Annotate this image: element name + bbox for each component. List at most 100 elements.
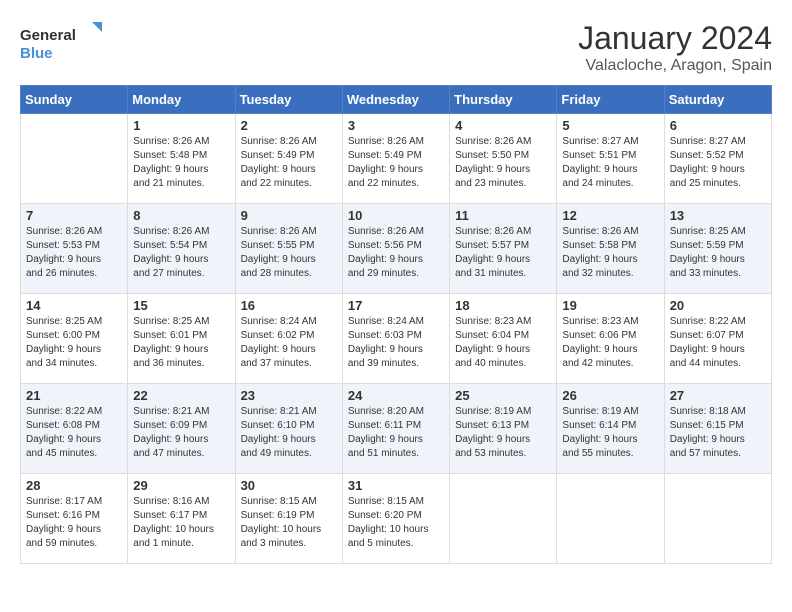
calendar-cell: 1Sunrise: 8:26 AMSunset: 5:48 PMDaylight…	[128, 114, 235, 204]
cell-content: Sunrise: 8:25 AMSunset: 5:59 PMDaylight:…	[670, 225, 766, 281]
calendar-cell: 19Sunrise: 8:23 AMSunset: 6:06 PMDayligh…	[557, 294, 664, 384]
calendar-table: SundayMondayTuesdayWednesdayThursdayFrid…	[20, 85, 772, 564]
calendar-cell: 13 Sunrise: 8:25 AMSunset: 5:59 PMDayligh…	[664, 204, 771, 294]
cell-content: Sunrise: 8:16 AMSunset: 6:17 PMDaylight:…	[133, 495, 229, 551]
cell-content: Sunrise: 8:23 AMSunset: 6:04 PMDaylight:…	[455, 315, 551, 371]
cell-content: Sunrise: 8:17 AMSunset: 6:16 PMDaylight:…	[26, 495, 122, 551]
day-number: 29	[133, 478, 229, 493]
calendar-cell: 28 Sunrise: 8:17 AMSunset: 6:16 PMDayligh…	[21, 474, 128, 564]
calendar-cell: 17 Sunrise: 8:24 AMSunset: 6:03 PMDayligh…	[342, 294, 449, 384]
calendar-cell	[664, 474, 771, 564]
calendar-cell: 25 Sunrise: 8:19 AMSunset: 6:13 PMDayligh…	[450, 384, 557, 474]
page-header: General Blue January 2024 Valacloche, Ar…	[20, 20, 772, 75]
day-number: 27	[670, 388, 766, 403]
day-number: 23	[241, 388, 337, 403]
calendar-cell: 12 Sunrise: 8:26 AMSunset: 5:58 PMDayligh…	[557, 204, 664, 294]
day-number: 4	[455, 118, 551, 133]
day-number: 8	[133, 208, 229, 223]
day-number: 3	[348, 118, 444, 133]
cell-content: Sunrise: 8:23 AMSunset: 6:06 PMDaylight:…	[562, 315, 658, 371]
cell-content: Sunrise: 8:18 AMSunset: 6:15 PMDaylight:…	[670, 405, 766, 461]
cell-content: Sunrise: 8:26 AMSunset: 5:50 PMDaylight:…	[455, 135, 551, 191]
calendar-cell: 18 Sunrise: 8:23 AMSunset: 6:04 PMDayligh…	[450, 294, 557, 384]
cell-content: Sunrise: 8:26 AMSunset: 5:57 PMDaylight:…	[455, 225, 551, 281]
day-number: 6	[670, 118, 766, 133]
cell-content: Sunrise: 8:26 AMSunset: 5:49 PMDaylight:…	[348, 135, 444, 191]
calendar-cell: 29 Sunrise: 8:16 AMSunset: 6:17 PMDayligh…	[128, 474, 235, 564]
cell-content: Sunrise: 8:21 AMSunset: 6:09 PMDaylight:…	[133, 405, 229, 461]
calendar-cell: 31 Sunrise: 8:15 AMSunset: 6:20 PMDayligh…	[342, 474, 449, 564]
calendar-cell: 24 Sunrise: 8:20 AMSunset: 6:11 PMDayligh…	[342, 384, 449, 474]
cell-content: Sunrise: 8:19 AMSunset: 6:13 PMDaylight:…	[455, 405, 551, 461]
calendar-cell	[450, 474, 557, 564]
cell-content: Sunrise: 8:20 AMSunset: 6:11 PMDaylight:…	[348, 405, 444, 461]
cell-content: Sunrise: 8:26 AMSunset: 5:53 PMDaylight:…	[26, 225, 122, 281]
calendar-cell: 26 Sunrise: 8:19 AMSunset: 6:14 PMDayligh…	[557, 384, 664, 474]
cell-content: Sunrise: 8:27 AMSunset: 5:51 PMDaylight:…	[562, 135, 658, 191]
day-number: 31	[348, 478, 444, 493]
day-number: 13	[670, 208, 766, 223]
cell-content: Sunrise: 8:15 AMSunset: 6:20 PMDaylight:…	[348, 495, 444, 551]
header-thursday: Thursday	[450, 86, 557, 114]
calendar-cell: 23 Sunrise: 8:21 AMSunset: 6:10 PMDayligh…	[235, 384, 342, 474]
calendar-cell: 9Sunrise: 8:26 AMSunset: 5:55 PMDaylight…	[235, 204, 342, 294]
location-subtitle: Valacloche, Aragon, Spain	[578, 57, 772, 75]
calendar-cell: 2 Sunrise: 8:26 AMSunset: 5:49 PMDaylight…	[235, 114, 342, 204]
calendar-cell: 7 Sunrise: 8:26 AMSunset: 5:53 PMDaylight…	[21, 204, 128, 294]
calendar-cell: 3 Sunrise: 8:26 AMSunset: 5:49 PMDaylight…	[342, 114, 449, 204]
day-number: 11	[455, 208, 551, 223]
header-tuesday: Tuesday	[235, 86, 342, 114]
cell-content: Sunrise: 8:25 AMSunset: 6:01 PMDaylight:…	[133, 315, 229, 371]
cell-content: Sunrise: 8:24 AMSunset: 6:03 PMDaylight:…	[348, 315, 444, 371]
calendar-cell: 10Sunrise: 8:26 AMSunset: 5:56 PMDayligh…	[342, 204, 449, 294]
calendar-cell: 6 Sunrise: 8:27 AMSunset: 5:52 PMDaylight…	[664, 114, 771, 204]
cell-content: Sunrise: 8:24 AMSunset: 6:02 PMDaylight:…	[241, 315, 337, 371]
cell-content: Sunrise: 8:19 AMSunset: 6:14 PMDaylight:…	[562, 405, 658, 461]
cell-content: Sunrise: 8:15 AMSunset: 6:19 PMDaylight:…	[241, 495, 337, 551]
day-number: 7	[26, 208, 122, 223]
day-number: 2	[241, 118, 337, 133]
cell-content: Sunrise: 8:22 AMSunset: 6:08 PMDaylight:…	[26, 405, 122, 461]
cell-content: Sunrise: 8:26 AMSunset: 5:54 PMDaylight:…	[133, 225, 229, 281]
cell-content: Sunrise: 8:21 AMSunset: 6:10 PMDaylight:…	[241, 405, 337, 461]
calendar-cell: 11 Sunrise: 8:26 AMSunset: 5:57 PMDayligh…	[450, 204, 557, 294]
header-wednesday: Wednesday	[342, 86, 449, 114]
cell-content: Sunrise: 8:26 AMSunset: 5:55 PMDaylight:…	[241, 225, 337, 281]
cell-content: Sunrise: 8:26 AMSunset: 5:49 PMDaylight:…	[241, 135, 337, 191]
day-number: 16	[241, 298, 337, 313]
month-title: January 2024	[578, 20, 772, 57]
header-monday: Monday	[128, 86, 235, 114]
calendar-cell	[21, 114, 128, 204]
svg-text:General: General	[20, 27, 76, 44]
day-number: 20	[670, 298, 766, 313]
calendar-cell	[557, 474, 664, 564]
day-number: 14	[26, 298, 122, 313]
calendar-cell: 5 Sunrise: 8:27 AMSunset: 5:51 PMDaylight…	[557, 114, 664, 204]
header-sunday: Sunday	[21, 86, 128, 114]
day-number: 24	[348, 388, 444, 403]
cell-content: Sunrise: 8:27 AMSunset: 5:52 PMDaylight:…	[670, 135, 766, 191]
day-number: 10	[348, 208, 444, 223]
calendar-cell: 16 Sunrise: 8:24 AMSunset: 6:02 PMDayligh…	[235, 294, 342, 384]
calendar-cell: 8 Sunrise: 8:26 AMSunset: 5:54 PMDaylight…	[128, 204, 235, 294]
cell-content: Sunrise: 8:22 AMSunset: 6:07 PMDaylight:…	[670, 315, 766, 371]
header-friday: Friday	[557, 86, 664, 114]
calendar-cell: 21 Sunrise: 8:22 AMSunset: 6:08 PMDayligh…	[21, 384, 128, 474]
calendar-cell: 20 Sunrise: 8:22 AMSunset: 6:07 PMDayligh…	[664, 294, 771, 384]
day-number: 28	[26, 478, 122, 493]
cell-content: Sunrise: 8:26 AMSunset: 5:58 PMDaylight:…	[562, 225, 658, 281]
calendar-cell: 14Sunrise: 8:25 AMSunset: 6:00 PMDayligh…	[21, 294, 128, 384]
day-number: 18	[455, 298, 551, 313]
calendar-cell: 30Sunrise: 8:15 AMSunset: 6:19 PMDayligh…	[235, 474, 342, 564]
day-number: 15	[133, 298, 229, 313]
day-number: 25	[455, 388, 551, 403]
calendar-cell: 27 Sunrise: 8:18 AMSunset: 6:15 PMDayligh…	[664, 384, 771, 474]
day-number: 26	[562, 388, 658, 403]
day-number: 17	[348, 298, 444, 313]
svg-text:Blue: Blue	[20, 45, 53, 62]
day-number: 21	[26, 388, 122, 403]
calendar-cell: 15 Sunrise: 8:25 AMSunset: 6:01 PMDayligh…	[128, 294, 235, 384]
day-number: 12	[562, 208, 658, 223]
header-saturday: Saturday	[664, 86, 771, 114]
day-number: 5	[562, 118, 658, 133]
